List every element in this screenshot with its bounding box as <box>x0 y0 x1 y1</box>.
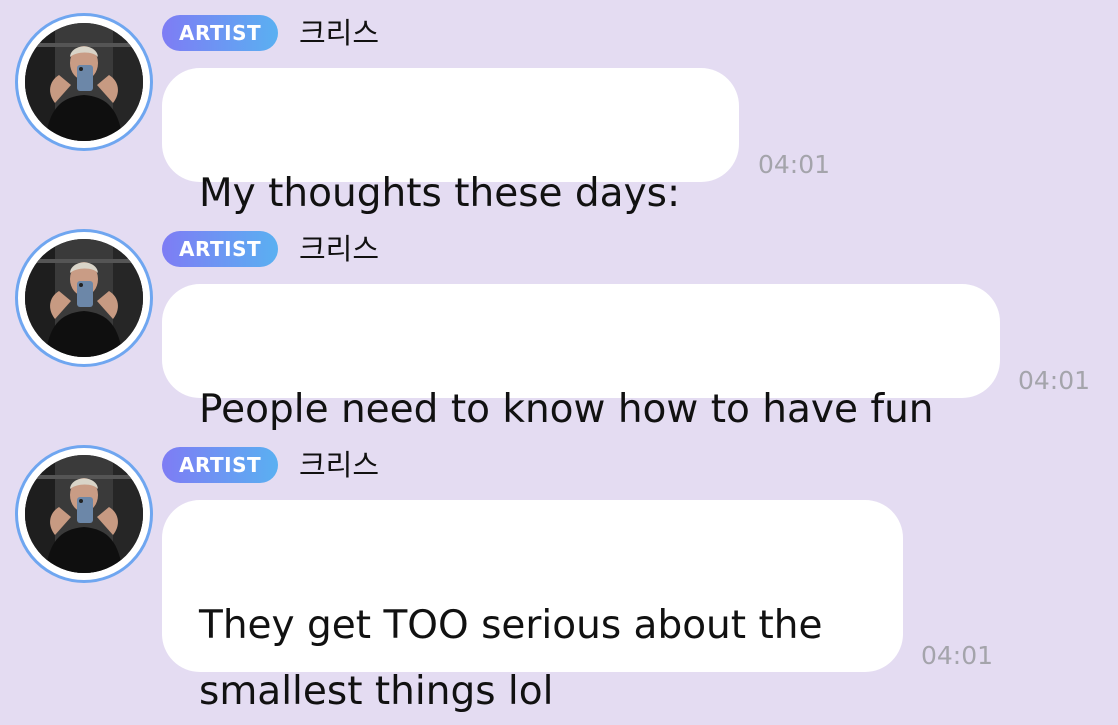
message-text: People need to know how to have fun <box>199 387 934 432</box>
sender-avatar[interactable] <box>15 229 153 367</box>
message: ARTIST 크리스 People need to know how to ha… <box>0 216 1118 432</box>
sender-name[interactable]: 크리스 <box>299 446 379 484</box>
message-timestamp: 04:01 <box>921 641 994 670</box>
message-bubble[interactable]: They get TOO serious about the smallest … <box>162 500 903 714</box>
message-bubble[interactable]: People need to know how to have fun <box>162 284 1000 432</box>
avatar-photo <box>25 23 143 141</box>
artist-badge: ARTIST <box>162 15 279 51</box>
sender-name[interactable]: 크리스 <box>299 14 379 52</box>
message-timestamp: 04:01 <box>1018 366 1091 395</box>
artist-badge: ARTIST <box>162 447 279 483</box>
artist-badge: ARTIST <box>162 231 279 267</box>
message-bubble[interactable]: My thoughts these days: <box>162 68 739 216</box>
message: ARTIST 크리스 My thoughts these days: 04:01 <box>0 0 1118 216</box>
avatar-photo <box>25 455 143 573</box>
avatar-photo <box>25 239 143 357</box>
chat-thread: ARTIST 크리스 My thoughts these days: 04:01 <box>0 0 1118 714</box>
message-timestamp: 04:01 <box>758 150 831 179</box>
sender-name[interactable]: 크리스 <box>299 230 379 268</box>
sender-avatar[interactable] <box>15 13 153 151</box>
message: ARTIST 크리스 They get TOO serious about th… <box>0 432 1118 714</box>
message-text: They get TOO serious about the smallest … <box>199 603 823 714</box>
message-text: My thoughts these days: <box>199 171 681 216</box>
sender-avatar[interactable] <box>15 445 153 583</box>
